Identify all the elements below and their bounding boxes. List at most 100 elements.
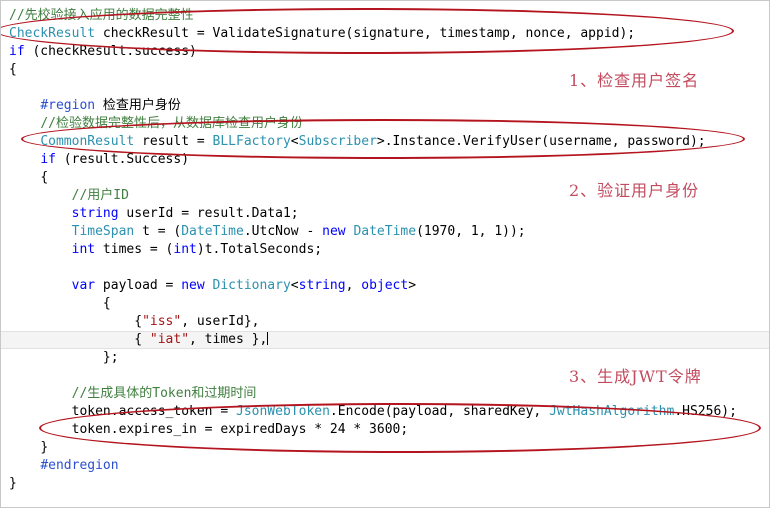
code-line[interactable]: //检验数据完整性后，从数据库检查用户身份	[1, 115, 769, 133]
code-token: //检验数据完整性后，从数据库检查用户身份	[40, 116, 303, 131]
code-token: .Encode(payload, sharedKey,	[329, 404, 550, 419]
code-line[interactable]: { "iat", times },	[1, 331, 769, 349]
code-line[interactable]: //生成具体的Token和过期时间	[1, 385, 769, 403]
code-line[interactable]: }	[1, 475, 769, 493]
code-token: t = (	[134, 224, 182, 239]
code-token: result =	[134, 134, 213, 149]
code-line[interactable]: CommonResult result = BLLFactory<Subscri…	[1, 133, 769, 151]
code-line[interactable]: }	[1, 439, 769, 457]
code-token: payload =	[95, 278, 182, 293]
code-token: JsonWebToken	[236, 404, 330, 419]
code-token: ,	[345, 278, 362, 293]
code-token: new	[181, 278, 205, 293]
code-token: if	[40, 152, 56, 167]
code-token: int	[173, 242, 197, 257]
code-line[interactable]: if (checkResult.success)	[1, 43, 769, 61]
code-token: DateTime	[353, 224, 417, 239]
code-token: //用户ID	[71, 188, 129, 203]
code-token: #endregion	[40, 458, 119, 473]
code-line[interactable]: {	[1, 295, 769, 313]
code-token: {	[134, 314, 143, 329]
code-token: {	[134, 332, 150, 347]
code-token: }	[40, 440, 49, 455]
code-token: CheckResult	[9, 26, 96, 41]
code-line[interactable]: token.expires_in = expiredDays * 24 * 36…	[1, 421, 769, 439]
code-token: Subscriber	[298, 134, 377, 149]
code-token: .UtcNow -	[243, 224, 323, 239]
code-line[interactable]: if (result.Success)	[1, 151, 769, 169]
code-line[interactable]: CheckResult checkResult = ValidateSignat…	[1, 25, 769, 43]
code-token: (checkResult.success)	[24, 44, 197, 59]
code-token: string	[71, 206, 119, 221]
code-screenshot: //先校验接入应用的数据完整性 CheckResult checkResult =…	[0, 0, 770, 508]
code-token: var	[71, 278, 96, 293]
code-token: .HS256);	[674, 404, 737, 419]
code-line[interactable]: token.access_token = JsonWebToken.Encode…	[1, 403, 769, 421]
code-token: checkResult = ValidateSignature(signatur…	[95, 26, 636, 41]
code-token: };	[102, 350, 119, 365]
code-token: if	[9, 44, 25, 59]
code-line[interactable]: //先校验接入应用的数据完整性	[1, 7, 769, 25]
step-annotation-2: 2、验证用户身份	[569, 181, 700, 200]
code-token: new	[322, 224, 346, 239]
code-token: Dictionary	[212, 278, 291, 293]
code-token: CommonResult	[40, 134, 135, 149]
code-token: {	[102, 296, 111, 311]
code-line[interactable]: string userId = result.Data1;	[1, 205, 769, 223]
code-token: JwtHashAlgorithm	[549, 404, 675, 419]
code-token: }	[9, 476, 17, 491]
code-token: userId = result.Data1;	[118, 206, 299, 221]
code-token: , userId},	[181, 314, 260, 329]
code-token: {	[40, 170, 49, 185]
code-token: BLLFactory	[212, 134, 291, 149]
code-token: token.access_token =	[71, 404, 236, 419]
code-token: >.Instance.VerifyUser(username, password…	[376, 134, 706, 149]
step-annotation-1: 1、检查用户签名	[569, 71, 700, 90]
code-line[interactable]: #endregion	[1, 457, 769, 475]
code-token: token.expires_in = expiredDays * 24 * 36…	[71, 422, 409, 437]
code-line[interactable]	[1, 259, 769, 277]
code-token: //生成具体的Token和过期时间	[71, 386, 257, 401]
code-token: #region	[40, 98, 96, 113]
code-token: >	[408, 278, 417, 293]
code-token: //先校验接入应用的数据完整性	[9, 8, 194, 23]
code-line[interactable]: int times = (int)t.TotalSeconds;	[1, 241, 769, 259]
step-annotation-3: 3、生成JWT令牌	[569, 367, 702, 386]
code-token: (1970, 1, 1));	[416, 224, 526, 239]
code-token: object	[361, 278, 409, 293]
code-token: 检查用户身份	[95, 98, 181, 113]
text-caret	[267, 332, 269, 345]
code-token: times = (	[95, 242, 174, 257]
code-token: (result.Success)	[55, 152, 190, 167]
code-token: int	[71, 242, 96, 257]
code-line[interactable]: {"iss", userId},	[1, 313, 769, 331]
code-token: <	[290, 134, 299, 149]
code-token: , times },	[189, 332, 268, 347]
code-line[interactable]: TimeSpan t = (DateTime.UtcNow - new Date…	[1, 223, 769, 241]
code-token: "iat"	[149, 332, 190, 347]
code-token: DateTime	[181, 224, 244, 239]
code-token: {	[9, 62, 17, 77]
code-line[interactable]: var payload = new Dictionary<string, obj…	[1, 277, 769, 295]
code-line[interactable]: #region 检查用户身份	[1, 97, 769, 115]
code-token: string	[298, 278, 346, 293]
code-token: )t.TotalSeconds;	[196, 242, 323, 257]
